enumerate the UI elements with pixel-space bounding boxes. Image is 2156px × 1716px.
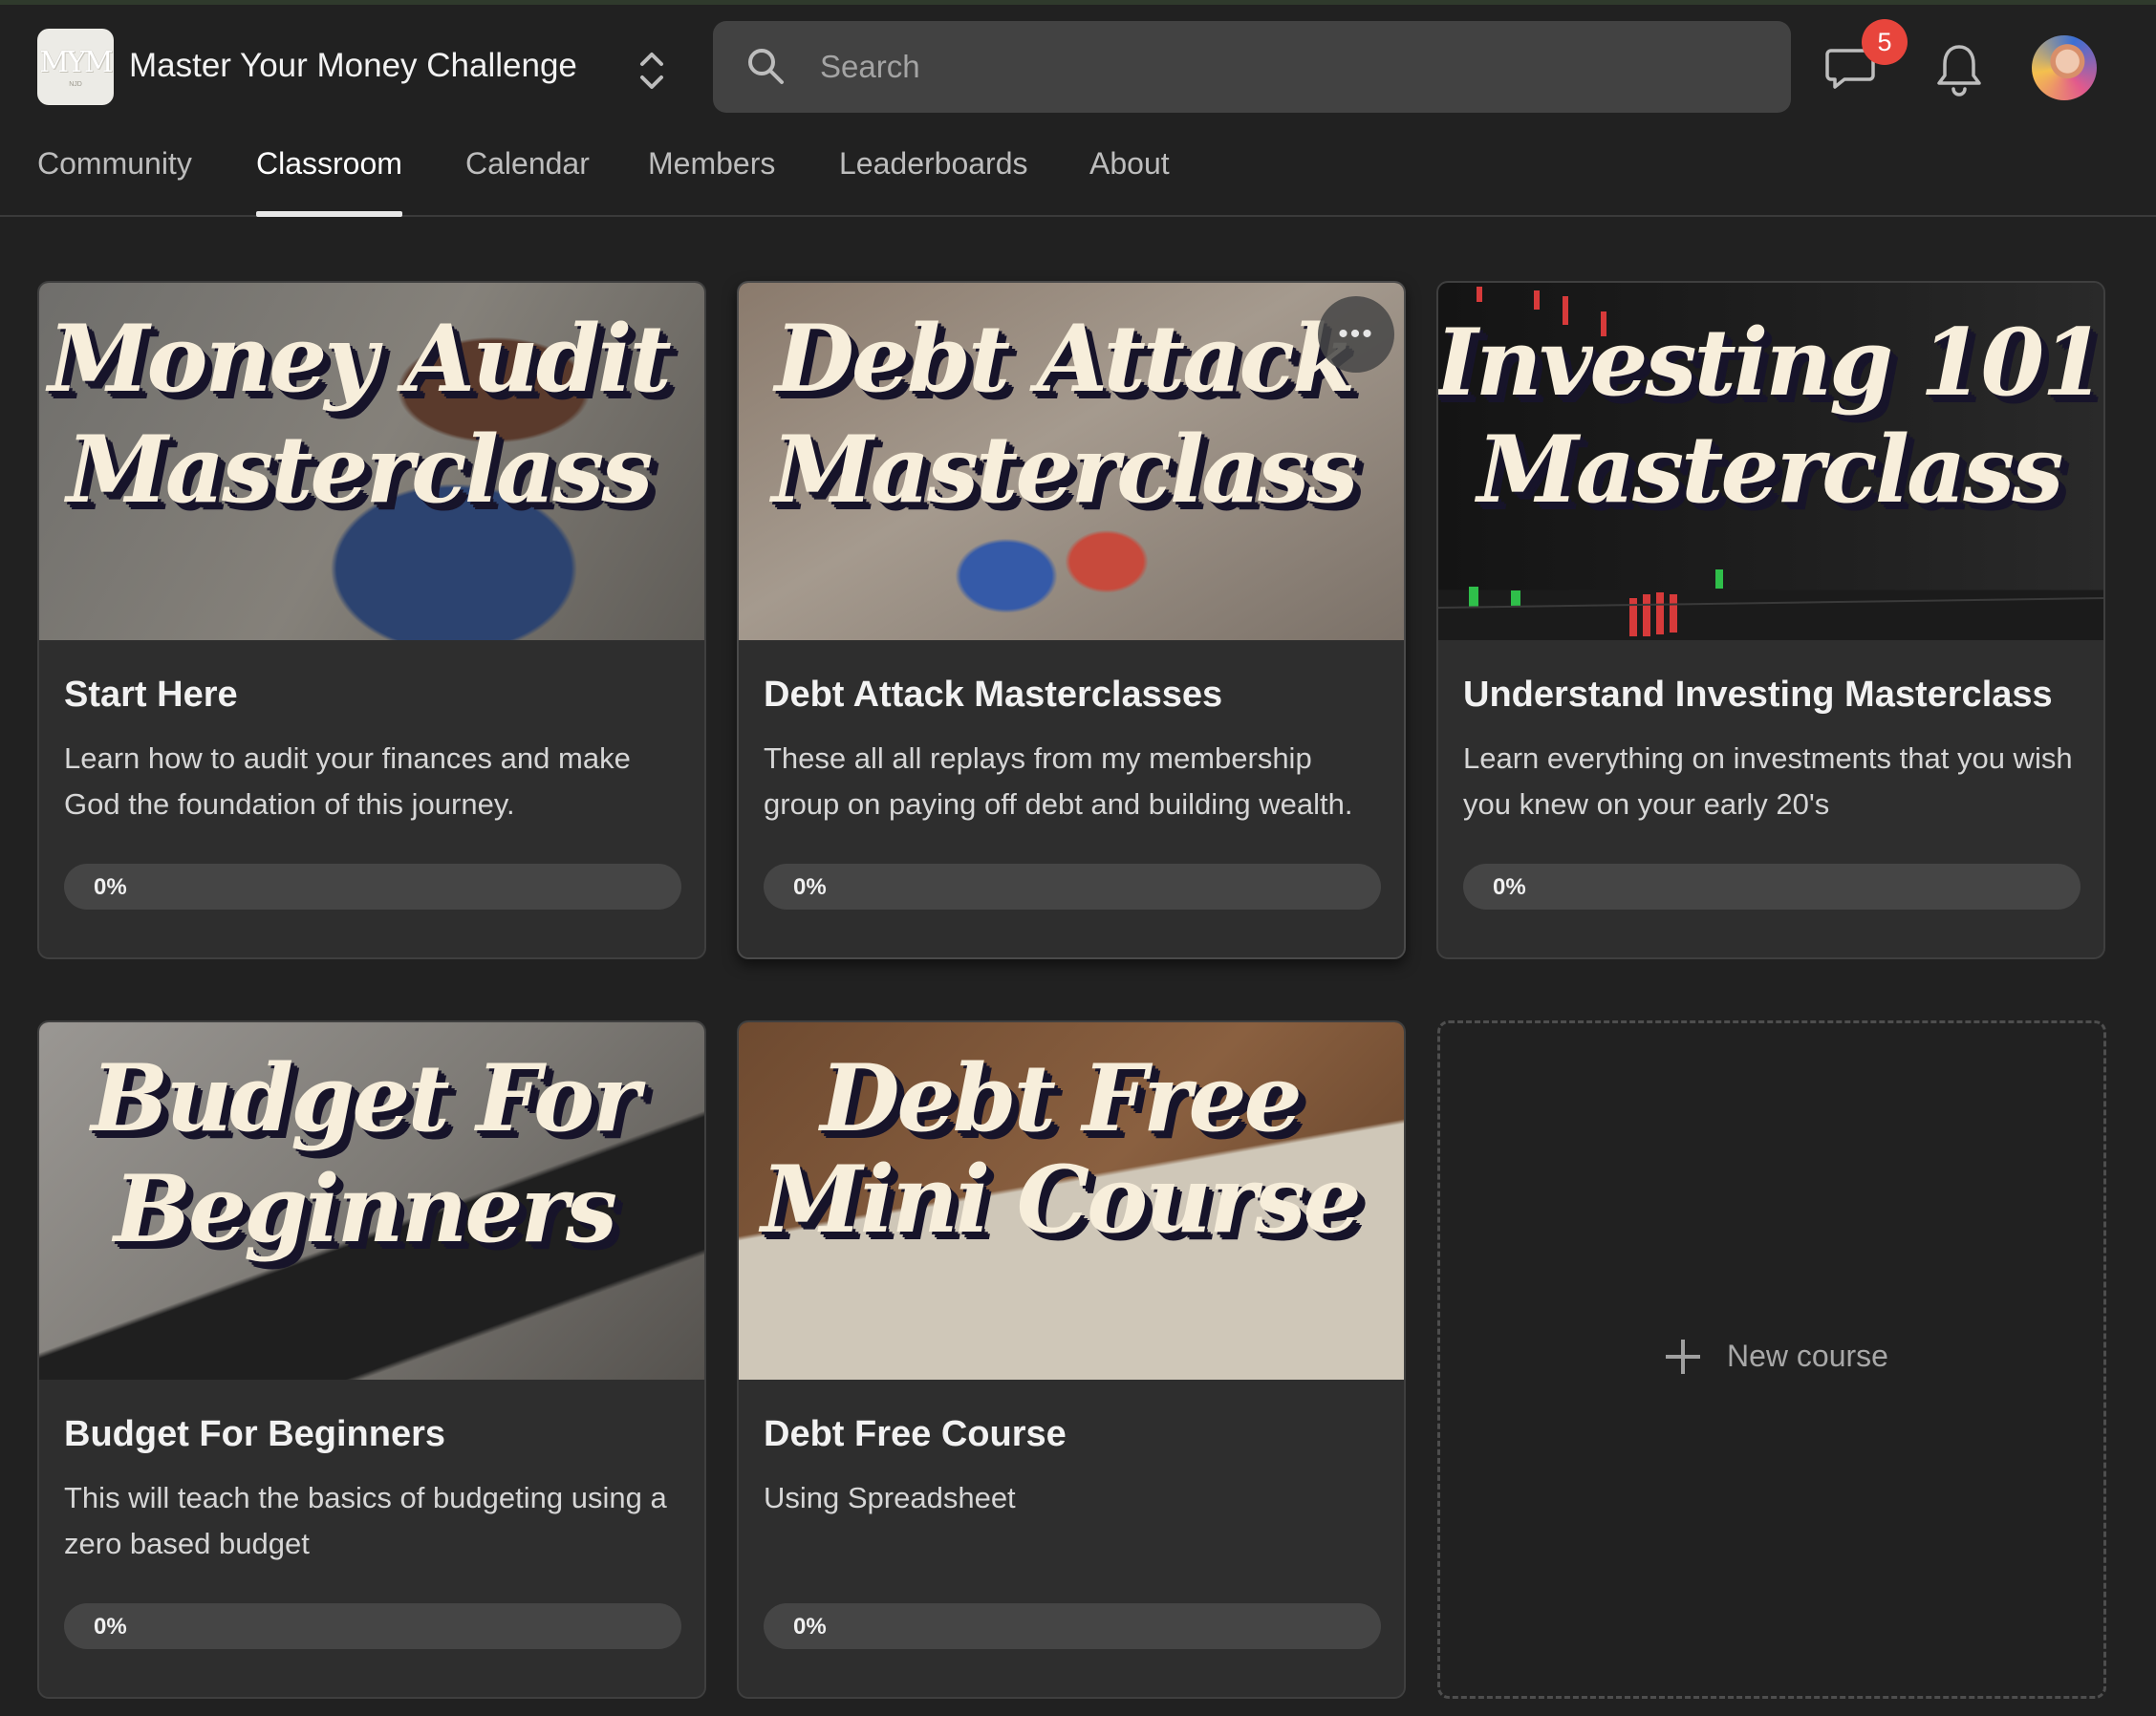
user-avatar[interactable] xyxy=(2032,35,2097,100)
course-thumbnail[interactable]: Budget For Beginners xyxy=(39,1022,704,1380)
thumbnail-title-line: Investing 101 xyxy=(1438,309,2103,417)
course-card[interactable]: Investing 101 Masterclass Understand Inv… xyxy=(1436,281,2105,959)
search-bar[interactable] xyxy=(713,21,1791,113)
course-thumbnail[interactable]: Debt Attack Masterclass ••• xyxy=(739,283,1404,640)
thumbnail-title-line: Debt Attack xyxy=(774,305,1356,413)
chevron-up-down-icon[interactable] xyxy=(635,49,669,93)
tab-members[interactable]: Members xyxy=(648,146,775,217)
progress-label: 0% xyxy=(1493,874,1526,900)
course-description: This will teach the basics of budgeting … xyxy=(64,1481,667,1560)
course-card[interactable]: Budget For Beginners Budget For Beginner… xyxy=(37,1020,706,1699)
tab-community[interactable]: Community xyxy=(37,146,192,217)
thumbnail-title-line: Masterclass xyxy=(771,416,1359,524)
thumbnail-title-line: Debt Free xyxy=(820,1044,1302,1152)
course-title[interactable]: Budget For Beginners xyxy=(64,1414,445,1455)
tab-calendar[interactable]: Calendar xyxy=(465,146,590,217)
course-title[interactable]: Debt Free Course xyxy=(764,1414,1067,1455)
course-menu-button[interactable]: ••• xyxy=(1318,296,1394,373)
course-description: These all all replays from my membership… xyxy=(764,741,1353,821)
progress-label: 0% xyxy=(94,874,127,900)
thumbnail-title-line: Masterclass xyxy=(66,416,654,524)
group-logo[interactable]: MYM NJD xyxy=(37,29,114,105)
course-thumbnail[interactable]: Investing 101 Masterclass xyxy=(1438,283,2103,640)
new-course-button[interactable]: New course xyxy=(1437,1020,2106,1699)
progress-label: 0% xyxy=(793,874,827,900)
new-course-label: New course xyxy=(1727,1339,1888,1373)
course-thumbnail[interactable]: Debt Free Mini Course xyxy=(739,1022,1404,1380)
tab-about[interactable]: About xyxy=(1089,146,1170,217)
thumbnail-title-line: Money Audit xyxy=(48,305,672,413)
logo-subtext: NJD xyxy=(69,81,82,88)
new-course-content: New course xyxy=(1666,1339,1888,1374)
course-title[interactable]: Start Here xyxy=(64,675,238,716)
course-title[interactable]: Debt Attack Masterclasses xyxy=(764,675,1222,716)
progress-label: 0% xyxy=(793,1614,827,1640)
course-progress-bar: 0% xyxy=(1463,864,2081,910)
progress-label: 0% xyxy=(94,1614,127,1640)
course-progress-bar: 0% xyxy=(764,1603,1381,1649)
thumbnail-title-line: Masterclass xyxy=(1477,416,2064,524)
search-icon xyxy=(748,49,784,84)
tab-leaderboards[interactable]: Leaderboards xyxy=(839,146,1027,217)
logo-monogram: MYM xyxy=(39,46,113,79)
bell-icon[interactable] xyxy=(1932,41,1986,98)
chat-unread-badge: 5 xyxy=(1862,19,1908,65)
search-input[interactable] xyxy=(820,40,1757,94)
course-title[interactable]: Understand Investing Masterclass xyxy=(1463,675,2053,716)
header: MYM NJD Master Your Money Challenge 5 Co… xyxy=(0,5,2156,217)
plus-icon xyxy=(1666,1339,1700,1374)
thumbnail-title-line: Mini Course xyxy=(761,1146,1361,1254)
course-progress-bar: 0% xyxy=(764,864,1381,910)
thumbnail-title-line: Budget For xyxy=(91,1044,640,1152)
thumbnail-title-line: Beginners xyxy=(113,1155,617,1263)
course-thumbnail[interactable]: Money Audit Masterclass xyxy=(39,283,704,640)
course-description: Using Spreadsheet xyxy=(764,1481,1016,1514)
course-progress-bar: 0% xyxy=(64,864,681,910)
group-title[interactable]: Master Your Money Challenge xyxy=(129,47,577,85)
course-progress-bar: 0% xyxy=(64,1603,681,1649)
course-card[interactable]: Debt Attack Masterclass ••• Debt Attack … xyxy=(737,281,1406,959)
course-description: Learn how to audit your finances and mak… xyxy=(64,741,631,821)
course-description: Learn everything on investments that you… xyxy=(1463,741,2073,821)
course-card[interactable]: Money Audit Masterclass Start Here Learn… xyxy=(37,281,706,959)
tab-classroom[interactable]: Classroom xyxy=(256,146,402,217)
course-card[interactable]: Debt Free Mini Course Debt Free Course U… xyxy=(737,1020,1406,1699)
